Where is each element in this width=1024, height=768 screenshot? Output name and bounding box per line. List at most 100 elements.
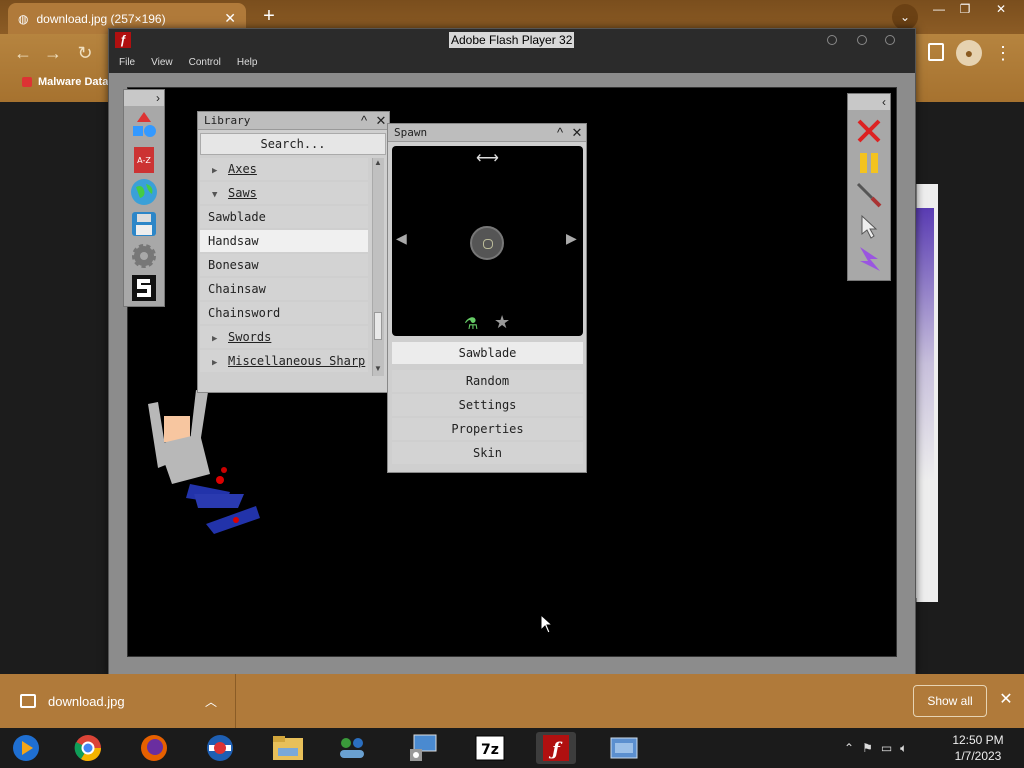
scrollbar-thumb[interactable] [374, 312, 382, 340]
file-explorer-icon[interactable] [268, 732, 308, 764]
close-shelf-icon[interactable]: ✕ [996, 688, 1016, 712]
spawn-properties-button[interactable]: Properties [392, 418, 583, 440]
star-icon[interactable]: ★ [494, 312, 510, 333]
delete-x-icon[interactable] [854, 116, 884, 146]
tab-close-icon[interactable]: ✕ [224, 10, 236, 27]
profile-avatar-icon[interactable]: ● [956, 40, 982, 66]
download-item[interactable]: download.jpg ︿ [0, 674, 236, 728]
forward-arrow-icon[interactable]: → [40, 40, 66, 66]
globe-icon: ◍ [18, 11, 29, 26]
menu-control[interactable]: Control [189, 57, 221, 68]
clock[interactable]: 12:50 PM 1/7/2023 [946, 732, 1010, 764]
library-item-handsaw[interactable]: Handsaw [200, 230, 368, 252]
flag-icon[interactable]: ⚑ [862, 741, 873, 755]
collapsed-triangle-icon[interactable]: ▶ [212, 352, 228, 372]
library-category-swords[interactable]: ▶ Swords [200, 326, 368, 348]
library-category-miscellaneous-sharp[interactable]: ▶ Miscellaneous Sharp [200, 350, 368, 372]
flash-logo-icon: ƒ [115, 32, 131, 48]
tray-chevron-icon[interactable]: ⌃ [844, 741, 854, 755]
spawn-skin-button[interactable]: Skin [392, 442, 583, 464]
flask-icon[interactable]: ⚗ [464, 314, 478, 334]
pause-icon[interactable] [854, 148, 884, 178]
collapse-left-icon[interactable]: ‹ [882, 94, 886, 110]
shapes-icon[interactable] [130, 112, 158, 140]
close-icon[interactable]: ✕ [569, 125, 585, 141]
expanded-triangle-icon[interactable]: ▼ [212, 184, 228, 204]
library-category-label: Miscellaneous Sharp [228, 354, 366, 368]
collapsed-triangle-icon[interactable]: ▶ [212, 160, 228, 180]
volume-icon[interactable]: 🔈︎ [900, 741, 907, 756]
scroll-down-icon[interactable]: ▼ [372, 364, 384, 376]
chevron-up-icon[interactable]: ^ [356, 113, 372, 129]
lightning-bolt-icon[interactable] [854, 244, 884, 274]
library-item-bonesaw[interactable]: Bonesaw [200, 254, 368, 276]
bookmark-label: Malware Data [38, 76, 109, 88]
resize-arrows-icon[interactable]: ⟷ [476, 148, 499, 168]
flash-titlebar[interactable]: ƒ Adobe Flash Player 32 [109, 29, 915, 51]
globe-world-icon[interactable] [130, 178, 158, 206]
library-category-label: Axes [228, 162, 257, 176]
gear-icon[interactable] [130, 242, 158, 270]
tab-search-button[interactable]: ⌄ [892, 4, 918, 30]
spawn-settings-button[interactable]: Settings [392, 394, 583, 416]
new-tab-button[interactable]: + [256, 5, 282, 29]
ragdoll-figure[interactable] [146, 374, 266, 534]
opera-icon[interactable] [200, 732, 240, 764]
library-book-icon[interactable]: A-Z [130, 146, 158, 174]
knife-tool-icon[interactable] [854, 180, 884, 210]
right-toolbar: ‹ [847, 93, 891, 281]
7zip-icon[interactable]: 7z [470, 732, 510, 764]
spawn-selected-item[interactable]: Sawblade [392, 342, 583, 364]
collapse-right-icon[interactable]: › [156, 90, 160, 106]
spawn-random-button[interactable]: Random [392, 370, 583, 392]
s-logo-icon[interactable] [130, 274, 158, 302]
library-list: ▶ Axes ▼ Saws Sawblade Handsaw Bonesaw Chainsaw… [200, 158, 370, 376]
pointer-cursor-icon[interactable] [854, 212, 884, 242]
bookmark-malware-data[interactable]: Malware Data [22, 76, 108, 88]
flash-minimize-button[interactable] [827, 35, 837, 45]
spawn-header[interactable]: Spawn ^ ✕ [388, 124, 586, 142]
remote-desktop-icon[interactable] [404, 732, 444, 764]
back-arrow-icon[interactable]: ← [10, 40, 36, 66]
menu-view[interactable]: View [151, 57, 173, 68]
reload-icon[interactable]: ↻ [72, 40, 98, 66]
sawblade-preview [470, 226, 504, 260]
library-scrollbar[interactable] [372, 158, 384, 376]
firefox-icon[interactable] [134, 732, 174, 764]
next-item-icon[interactable]: ▶ [566, 230, 577, 247]
library-item-chainsword[interactable]: Chainsword [200, 302, 368, 324]
flash-close-button[interactable] [885, 35, 895, 45]
menu-file[interactable]: File [119, 57, 135, 68]
chevron-up-icon[interactable]: ︿ [205, 693, 217, 710]
browser-menu-icon[interactable]: ⋮ [994, 40, 1012, 66]
library-category-axes[interactable]: ▶ Axes [200, 158, 368, 180]
library-item-chainsaw[interactable]: Chainsaw [200, 278, 368, 300]
spawn-title: Spawn [394, 126, 428, 139]
app-window-icon[interactable] [604, 732, 644, 764]
library-category-saws[interactable]: ▼ Saws [200, 182, 368, 204]
network-people-icon[interactable] [332, 732, 372, 764]
system-tray: ⌃ ⚑ ▭ 🔈︎ [844, 728, 944, 768]
collapsed-triangle-icon[interactable]: ▶ [212, 328, 228, 348]
prev-item-icon[interactable]: ◀ [396, 230, 407, 247]
chrome-icon[interactable] [68, 732, 108, 764]
download-shelf: download.jpg ︿ Show all ✕ [0, 674, 1024, 728]
flash-player-icon[interactable]: ƒ [536, 732, 576, 764]
network-icon[interactable]: ▭ [881, 741, 892, 755]
menu-help[interactable]: Help [237, 57, 258, 68]
chevron-up-icon[interactable]: ^ [552, 125, 568, 141]
show-all-button[interactable]: Show all [913, 685, 987, 717]
svg-text:7z: 7z [481, 742, 499, 758]
library-search-input[interactable]: Search... [200, 133, 386, 155]
side-panel-icon[interactable] [928, 43, 944, 61]
windows-media-icon[interactable] [6, 732, 46, 764]
scroll-up-icon[interactable]: ▲ [372, 158, 384, 170]
save-floppy-icon[interactable] [130, 210, 158, 238]
library-item-sawblade[interactable]: Sawblade [200, 206, 368, 228]
library-header[interactable]: Library ^ ✕ [198, 112, 389, 130]
flash-window-title: Adobe Flash Player 32 [449, 32, 575, 48]
flash-maximize-button[interactable] [857, 35, 867, 45]
spawn-panel: Spawn ^ ✕ ⟷ ◀ ▶ ⚗ ★ Sawblade Random Sett… [387, 123, 587, 473]
restore-button[interactable]: ❐ [950, 0, 980, 18]
close-window-button[interactable]: ✕ [986, 0, 1016, 18]
